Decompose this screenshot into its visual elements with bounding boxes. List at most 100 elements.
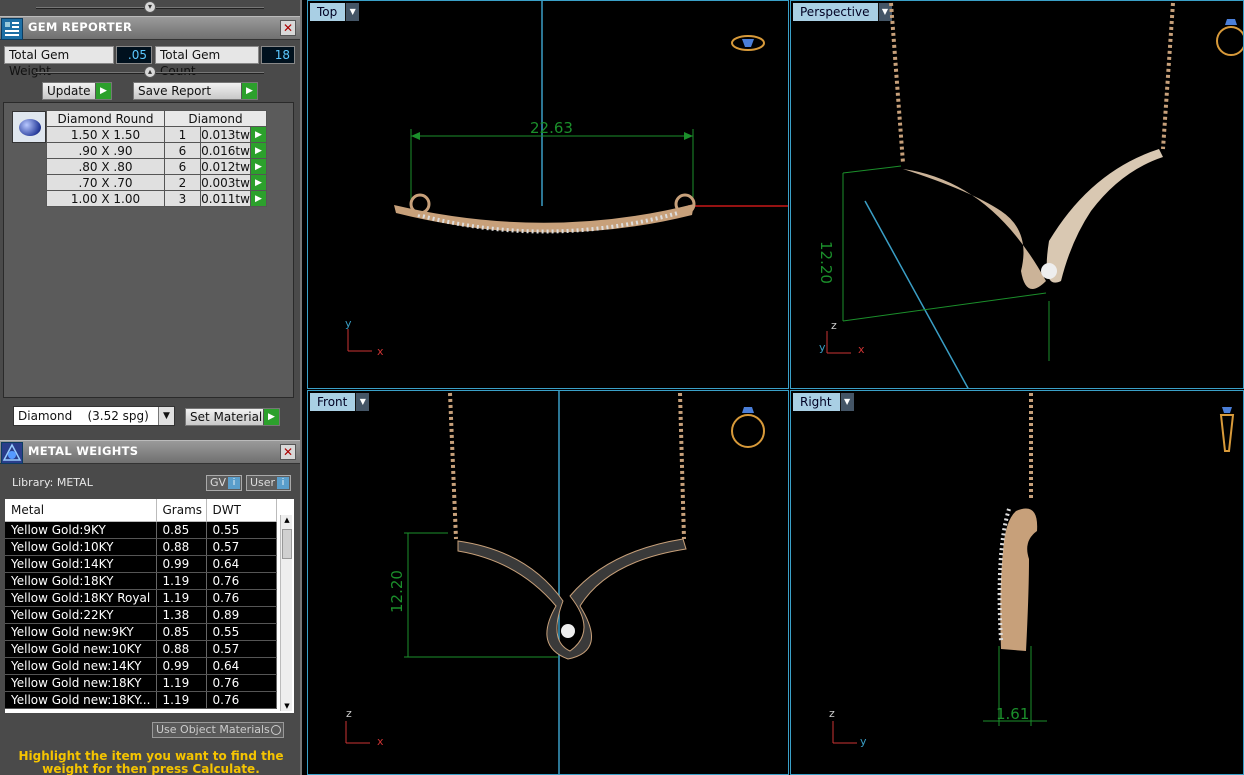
metal-name-cell: Yellow Gold:9KY [5,521,157,539]
info-icon: i [277,477,289,489]
top-view-canvas [347,1,788,352]
metal-name-cell: Yellow Gold:22KY [5,606,157,624]
play-icon[interactable]: ▶ [250,126,267,143]
axis-z-label: z [829,707,835,720]
splitter-knob-icon[interactable]: ▾ [144,1,156,13]
metal-weights-title: METAL WEIGHTS [28,444,139,458]
play-icon[interactable]: ▶ [250,190,267,207]
diamond-round-thumbnail[interactable] [12,111,46,143]
metal-weights-titlebar: METAL WEIGHTS ✕ [0,440,300,464]
viewport-top[interactable]: Top ▼ y x 22.63 [307,0,789,389]
scroll-down-icon[interactable]: ▼ [281,701,293,711]
metal-table-container: Metal Grams DWT Yellow Gold:9KY 0.85 0.5… [5,499,294,713]
gem-count-cell: 3 [164,190,201,207]
total-gem-weight-label: Total Gem Weight [4,46,114,78]
save-report-button-label: Save Report [138,84,212,98]
splitter-knob-icon[interactable]: ▴ [144,66,156,78]
hint-text: Highlight the item you want to find the … [18,749,284,775]
gem-count-cell: 6 [164,142,201,159]
axis-z-label: z [346,707,352,720]
metal-table-scrollbar[interactable]: ▲ ▼ [280,515,292,711]
radio-icon [271,725,281,735]
metal-row[interactable]: Yellow Gold new:10KY 0.88 0.57 [5,640,277,658]
metal-col-header[interactable]: Metal [5,499,157,522]
play-icon[interactable]: ▶ [250,142,267,159]
metal-row[interactable]: Yellow Gold new:18KY 1.19 0.76 [5,674,277,692]
viewport-right[interactable]: Right ▼ z y 1.61 [790,390,1244,775]
gem-size-cell: .70 X .70 [46,174,165,191]
axis-y-label: y [819,341,826,354]
metal-row[interactable]: Yellow Gold:9KY 0.85 0.55 [5,521,277,539]
metal-grams-cell: 1.19 [156,572,207,590]
metal-name-cell: Yellow Gold new:14KY [5,657,157,675]
material-select-value: Diamond (3.52 spg) [18,409,149,423]
scroll-up-icon[interactable]: ▲ [281,515,293,525]
metal-row[interactable]: Yellow Gold:18KY Royal 1.19 0.76 [5,589,277,607]
play-icon: ▶ [95,83,111,99]
total-gem-weight-value: .05 [116,46,152,64]
play-icon[interactable]: ▶ [250,158,267,175]
perspective-view-canvas [826,2,1243,388]
gem-row[interactable]: .70 X .70 2 0.003tw ▶ [46,174,267,191]
app-window: ▾ GEM REPORTER ✕ Total Gem Weight .05 To… [0,0,1244,775]
play-icon[interactable]: ▶ [250,174,267,191]
gem-table: Diamond Round Diamond 1.50 X 1.50 1 0.01… [46,110,267,207]
metal-dwt-cell: 0.76 [206,572,277,590]
metal-dwt-cell: 0.57 [206,538,277,556]
metal-row[interactable]: Yellow Gold new:18KY... 1.19 0.76 [5,691,277,709]
grams-col-header[interactable]: Grams [156,499,207,522]
play-icon: ▶ [263,409,279,425]
dimension-width-label: 22.63 [530,119,573,137]
metal-dwt-cell: 0.55 [206,623,277,641]
gv-toggle[interactable]: GV i [206,475,242,491]
diamond-icon [19,119,41,136]
gem-weight-cell: 0.003tw [200,174,251,191]
gem-row[interactable]: 1.00 X 1.00 3 0.011tw ▶ [46,190,267,207]
metal-row[interactable]: Yellow Gold:14KY 0.99 0.64 [5,555,277,573]
metal-row[interactable]: Yellow Gold:18KY 1.19 0.76 [5,572,277,590]
metal-row[interactable]: Yellow Gold:22KY 1.38 0.89 [5,606,277,624]
metal-dwt-cell: 0.64 [206,657,277,675]
use-object-materials-toggle[interactable]: Use Object Materials [152,722,284,738]
gem-row[interactable]: .80 X .80 6 0.012tw ▶ [46,158,267,175]
metal-dwt-cell: 0.55 [206,521,277,539]
top-splitter[interactable]: ▾ [0,1,300,15]
viewport-front[interactable]: Front ▼ z x 12.20 [307,390,789,775]
metal-grams-cell: 0.99 [156,555,207,573]
metal-row[interactable]: Yellow Gold new:14KY 0.99 0.64 [5,657,277,675]
metal-name-cell: Yellow Gold new:9KY [5,623,157,641]
metal-grams-cell: 0.99 [156,657,207,675]
gem-size-cell: 1.00 X 1.00 [46,190,165,207]
gem-row[interactable]: 1.50 X 1.50 1 0.013tw ▶ [46,126,267,143]
gem-size-cell: 1.50 X 1.50 [46,126,165,143]
axis-x-label: x [377,345,384,358]
library-label: Library: METAL [12,476,93,489]
metal-dwt-cell: 0.76 [206,691,277,709]
total-gem-count-value: 18 [261,46,295,64]
update-button[interactable]: Update ▶ [42,82,112,100]
material-select[interactable]: Diamond (3.52 spg) ▼ [13,406,175,426]
total-gem-count-label: Total Gem Count [155,46,259,78]
viewport-perspective[interactable]: Perspective ▼ z y x 12.20 [790,0,1244,389]
metal-name-cell: Yellow Gold:10KY [5,538,157,556]
user-toggle[interactable]: User i [246,475,291,491]
set-material-button-label: Set Material [190,410,263,424]
gem-row[interactable]: .90 X .90 6 0.016tw ▶ [46,142,267,159]
metal-name-cell: Yellow Gold:18KY Royal [5,589,157,607]
metal-grams-cell: 0.88 [156,538,207,556]
metal-weights-close-icon[interactable]: ✕ [280,444,296,460]
save-report-button[interactable]: Save Report ▶ [133,82,258,100]
axis-y-label: y [860,735,867,748]
metal-grams-cell: 0.85 [156,521,207,539]
scrollbar-thumb[interactable] [282,529,292,559]
axis-x-label: x [858,343,865,356]
gem-reporter-close-icon[interactable]: ✕ [280,20,296,36]
metal-grams-cell: 1.19 [156,691,207,709]
metal-row[interactable]: Yellow Gold:10KY 0.88 0.57 [5,538,277,556]
metal-row[interactable]: Yellow Gold new:9KY 0.85 0.55 [5,623,277,641]
set-material-button[interactable]: Set Material ▶ [185,408,280,426]
metal-name-cell: Yellow Gold:18KY [5,572,157,590]
metal-name-cell: Yellow Gold:14KY [5,555,157,573]
dwt-col-header[interactable]: DWT [206,499,277,522]
mid-splitter[interactable]: ▴ [0,66,300,80]
